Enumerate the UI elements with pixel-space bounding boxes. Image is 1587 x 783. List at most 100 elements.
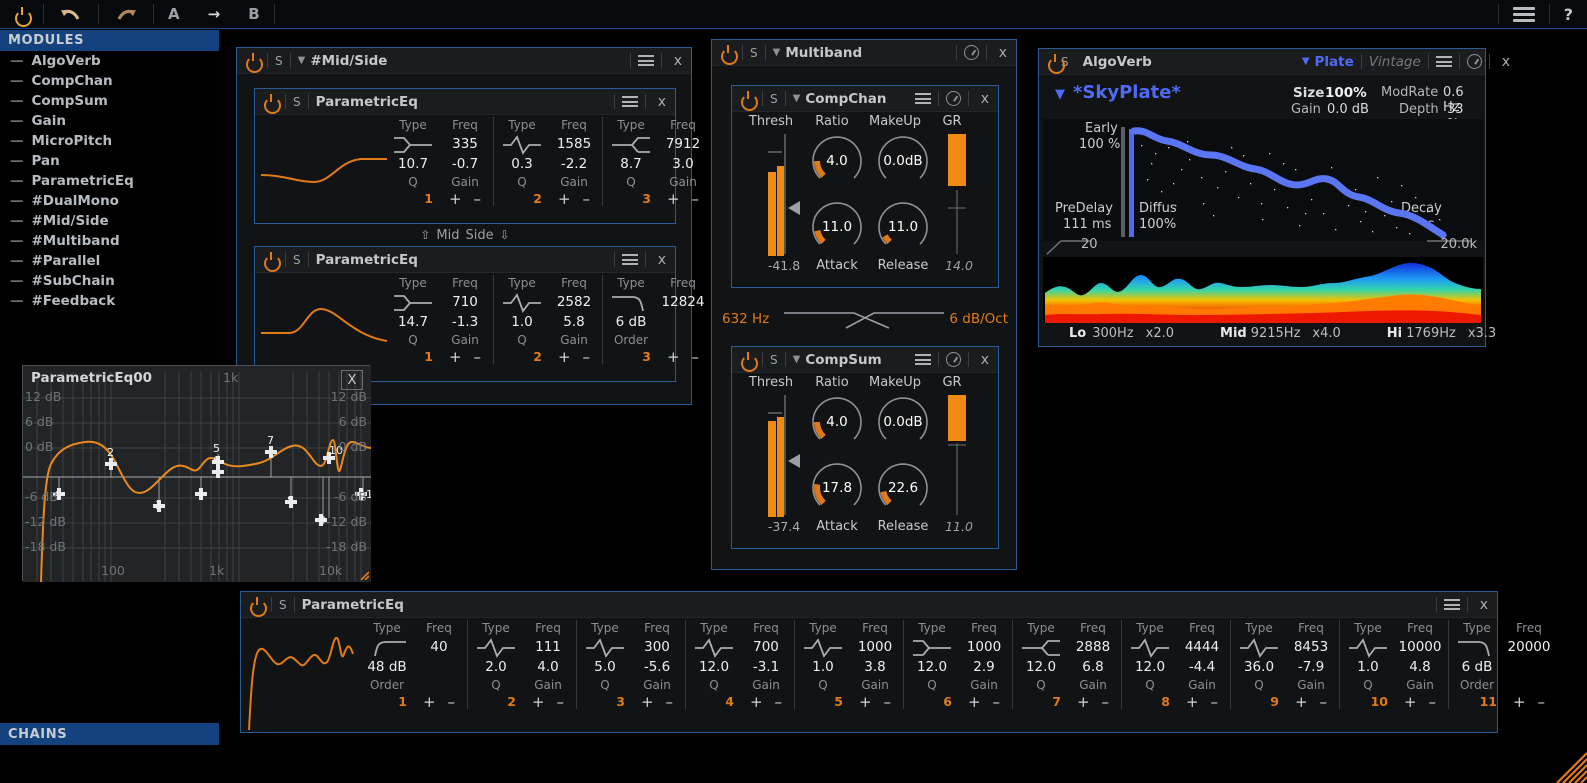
automation-clock-icon[interactable] bbox=[945, 352, 961, 367]
mid-mult[interactable]: x4.0 bbox=[1312, 326, 1340, 341]
close-icon[interactable]: x bbox=[1475, 597, 1493, 613]
solo-button[interactable]: S bbox=[293, 253, 301, 267]
q-value[interactable]: 0.3 bbox=[496, 155, 548, 174]
chevron-down-icon[interactable]: ▼ bbox=[773, 47, 781, 58]
gain-value[interactable]: -2.2 bbox=[548, 155, 600, 174]
freq-value[interactable]: 4444 bbox=[1176, 638, 1228, 657]
filter-type-button[interactable] bbox=[579, 636, 631, 658]
add-band-button[interactable]: + bbox=[532, 694, 545, 709]
freq-value[interactable]: 1585 bbox=[548, 135, 600, 154]
bell-icon[interactable] bbox=[1347, 636, 1389, 658]
hamburger-icon[interactable] bbox=[914, 352, 931, 368]
hamburger-icon[interactable] bbox=[1435, 54, 1452, 70]
q-value[interactable]: 8.7 bbox=[605, 155, 657, 174]
bell-icon[interactable] bbox=[501, 133, 543, 155]
q-value[interactable]: 48 dB bbox=[361, 658, 413, 677]
eq-node-number[interactable]: 4 bbox=[197, 488, 204, 501]
filter-type-button[interactable] bbox=[1342, 636, 1394, 658]
q-value[interactable]: 2.0 bbox=[470, 658, 522, 677]
freq-value[interactable]: 2888 bbox=[1067, 638, 1119, 657]
remove-band-button[interactable]: – bbox=[583, 191, 591, 206]
hamburger-icon[interactable] bbox=[637, 53, 654, 69]
solo-button[interactable]: S bbox=[293, 95, 301, 109]
thresh-value[interactable]: -41.8 bbox=[754, 258, 814, 273]
add-band-button[interactable]: + bbox=[1295, 694, 1308, 709]
filter-type-button[interactable] bbox=[1233, 636, 1285, 658]
eq-node-number[interactable]: 7 bbox=[267, 434, 274, 447]
release-knob[interactable]: 11.0 bbox=[876, 200, 930, 254]
algoverb-spectrogram[interactable] bbox=[1043, 257, 1483, 323]
add-band-button[interactable]: + bbox=[750, 694, 763, 709]
thresh-value[interactable]: -37.4 bbox=[754, 519, 814, 534]
eq-node-number[interactable]: 2 bbox=[107, 446, 114, 459]
automation-clock-icon[interactable] bbox=[945, 91, 961, 106]
bell-icon[interactable] bbox=[475, 636, 517, 658]
close-icon[interactable]: x bbox=[994, 45, 1012, 61]
highshelf-icon[interactable] bbox=[610, 133, 652, 155]
filter-type-button[interactable] bbox=[496, 133, 548, 155]
solo-button[interactable]: S bbox=[275, 54, 283, 68]
power-icon[interactable] bbox=[249, 597, 267, 617]
sidebar-item-parallel[interactable]: — #Parallel bbox=[0, 251, 219, 271]
gain-value[interactable]: 0.0 dB bbox=[1327, 102, 1369, 117]
lowpass-icon[interactable] bbox=[1456, 636, 1498, 658]
eq-node-number[interactable]: 6 bbox=[213, 454, 220, 467]
q-value[interactable]: 5.0 bbox=[579, 658, 631, 677]
q-value[interactable]: 12.0 bbox=[906, 658, 958, 677]
bell-icon[interactable] bbox=[501, 291, 543, 313]
q-value[interactable]: 10.7 bbox=[387, 155, 439, 174]
close-icon[interactable]: X bbox=[341, 370, 363, 390]
add-band-button[interactable]: + bbox=[1404, 694, 1417, 709]
sidebar-item-compchan[interactable]: — CompChan bbox=[0, 71, 219, 91]
remove-band-button[interactable]: – bbox=[448, 694, 456, 709]
hamburger-icon[interactable] bbox=[621, 94, 638, 110]
q-value[interactable]: 14.7 bbox=[387, 313, 439, 332]
add-band-button[interactable]: + bbox=[1513, 694, 1526, 709]
freq-value[interactable]: 111 bbox=[522, 638, 574, 657]
close-icon[interactable]: x bbox=[669, 53, 687, 69]
power-icon[interactable] bbox=[720, 45, 738, 65]
preset-name[interactable]: *SkyPlate* bbox=[1073, 82, 1181, 103]
chevron-down-icon[interactable]: ▼ bbox=[1302, 56, 1310, 67]
gain-value[interactable]: 3.8 bbox=[849, 658, 901, 677]
add-band-button[interactable]: + bbox=[558, 191, 571, 206]
sidebar-item-dualmono[interactable]: — #DualMono bbox=[0, 191, 219, 211]
freq-value[interactable]: 335 bbox=[439, 135, 491, 154]
add-band-button[interactable]: + bbox=[1186, 694, 1199, 709]
freq-value[interactable]: 710 bbox=[439, 293, 491, 312]
filter-type-button[interactable] bbox=[387, 291, 439, 313]
filter-type-button[interactable] bbox=[906, 636, 958, 658]
bell-icon[interactable] bbox=[584, 636, 626, 658]
chevron-down-icon[interactable]: ▼ bbox=[793, 354, 801, 365]
help-button[interactable]: ? bbox=[1550, 0, 1587, 29]
sidebar-item-multiband[interactable]: — #Multiband bbox=[0, 231, 219, 251]
q-value[interactable]: 1.0 bbox=[797, 658, 849, 677]
hamburger-icon[interactable] bbox=[914, 91, 931, 107]
algorithm-selector[interactable]: Plate bbox=[1315, 54, 1354, 70]
filter-type-button[interactable] bbox=[496, 291, 548, 313]
window-resize-grip-icon[interactable] bbox=[1547, 749, 1587, 783]
gain-value[interactable] bbox=[657, 313, 709, 332]
remove-band-button[interactable]: – bbox=[1538, 694, 1546, 709]
mid-freq[interactable]: 9215Hz bbox=[1251, 326, 1301, 341]
freq-value[interactable]: 7912 bbox=[657, 135, 709, 154]
attack-knob[interactable]: 11.0 bbox=[810, 200, 864, 254]
add-band-button[interactable]: + bbox=[667, 349, 680, 364]
sidebar-item-pan[interactable]: — Pan bbox=[0, 151, 219, 171]
eq-node-number[interactable]: 8 bbox=[287, 494, 294, 507]
q-value[interactable]: 1.0 bbox=[1342, 658, 1394, 677]
gain-value[interactable]: -4.4 bbox=[1176, 658, 1228, 677]
remove-band-button[interactable]: – bbox=[474, 191, 482, 206]
gain-value[interactable]: 2.9 bbox=[958, 658, 1010, 677]
hamburger-icon[interactable] bbox=[1443, 597, 1460, 613]
solo-button[interactable]: S bbox=[770, 353, 778, 367]
crossover-control[interactable]: 632 Hz 6 dB/Oct bbox=[722, 302, 1008, 336]
freq-value[interactable]: 1000 bbox=[849, 638, 901, 657]
q-value[interactable]: 36.0 bbox=[1233, 658, 1285, 677]
freq-value[interactable]: 1000 bbox=[958, 638, 1010, 657]
resize-handle-icon[interactable] bbox=[343, 554, 369, 580]
chevron-down-icon[interactable]: ▼ bbox=[793, 93, 801, 104]
crossover-freq-label[interactable]: 632 Hz bbox=[722, 311, 784, 327]
remove-band-button[interactable]: – bbox=[1102, 694, 1110, 709]
q-value[interactable]: 6 dB bbox=[1451, 658, 1503, 677]
